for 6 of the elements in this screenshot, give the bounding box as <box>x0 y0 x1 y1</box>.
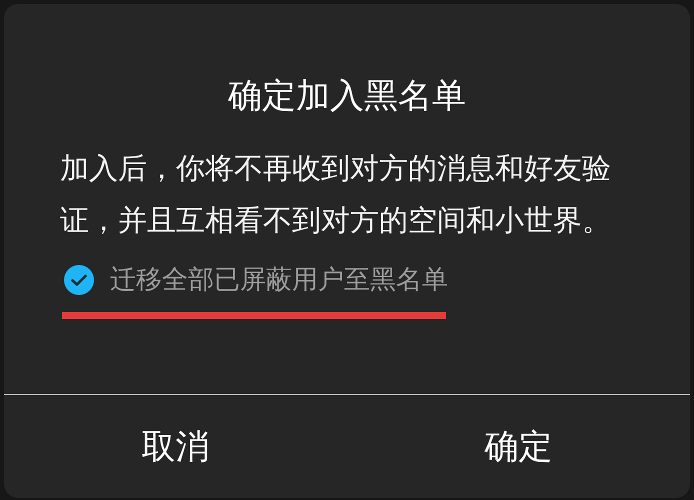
dialog-button[interactable]: 确定 <box>347 395 690 498</box>
checkbox[interactable] <box>64 265 94 295</box>
dialog-title: 确定加入黑名单 <box>227 75 467 118</box>
dialog-button[interactable]: 取消 <box>4 395 347 498</box>
dialog-message: 加入后，你将不再收到对方的消息和好友验证，并且互相看不到对方的空间和小世界。 <box>60 150 612 239</box>
option-label: 迁移全部已屏蔽用户至黑名单 <box>110 264 448 297</box>
